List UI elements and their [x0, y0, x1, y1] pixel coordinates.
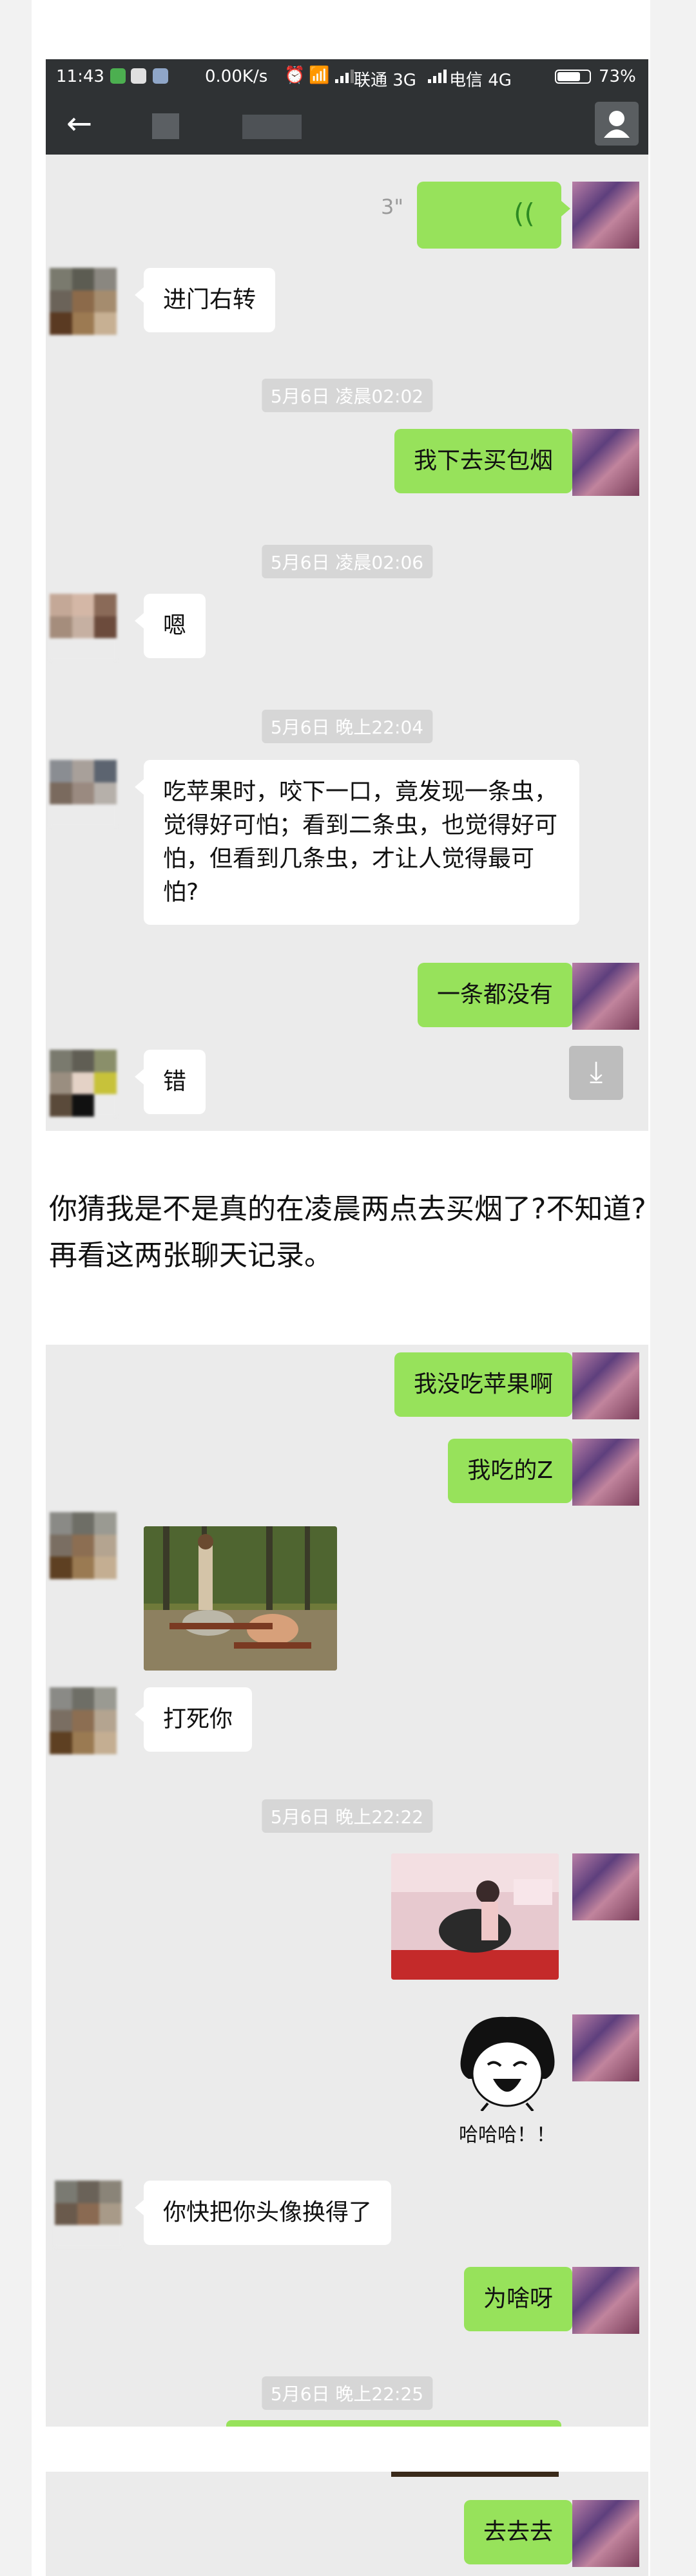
message-text: 为啥呀	[483, 2286, 553, 2312]
partial-image	[391, 2472, 559, 2477]
status-bar: 11:43 0.00K/s ⏰ 📶 联通 3G 电信 4G 73%	[46, 59, 648, 95]
chat-screenshot-2: 我没吃苹果啊 我吃的Z 打死你 5月6日 晚上22:22 哈哈哈！！ 你快把你头…	[46, 1345, 648, 2427]
contact-avatar[interactable]	[50, 1050, 117, 1117]
back-arrow-icon[interactable]: ←	[66, 106, 92, 142]
contact-avatar[interactable]	[50, 1512, 117, 1579]
message-text: 我吃的Z	[467, 1457, 553, 1484]
my-avatar[interactable]	[572, 2014, 639, 2081]
alarm-icon: ⏰	[284, 66, 305, 85]
message-text: 我下去买包烟	[413, 448, 553, 474]
contact-avatar[interactable]	[50, 1687, 117, 1754]
my-avatar[interactable]	[572, 2267, 639, 2334]
user-icon	[604, 111, 630, 138]
signal-icon	[334, 68, 354, 83]
sticker-message[interactable]: 哈哈哈！！	[449, 2014, 565, 2150]
contact-avatar[interactable]	[50, 760, 117, 827]
wifi-icon: 📶	[309, 66, 330, 85]
contact-avatar[interactable]	[55, 2181, 122, 2248]
message-bubble: 我下去买包烟	[394, 429, 582, 493]
sticker-caption: 哈哈哈！！	[459, 2124, 556, 2146]
battery-percent: 73%	[599, 67, 636, 86]
message-bubble: 我没吃苹果啊	[394, 1352, 582, 1417]
timestamp: 5月6日 晚上22:25	[261, 2376, 433, 2410]
my-avatar[interactable]	[572, 429, 639, 496]
status-time: 11:43	[56, 67, 104, 86]
chat-screenshot-1: 11:43 0.00K/s ⏰ 📶 联通 3G 电信 4G 73% ← 3" (…	[46, 59, 648, 1131]
message-bubble: 一条都没有	[417, 963, 582, 1027]
message-text: 我没吃苹果啊	[413, 1371, 553, 1397]
message-text: 一条都没有	[436, 981, 553, 1008]
chat-title-bar: ←	[46, 95, 648, 155]
timestamp: 5月6日 晚上22:04	[261, 710, 433, 743]
chat-screenshot-3: 去去去	[46, 2472, 648, 2576]
my-avatar[interactable]	[572, 963, 639, 1030]
image-message[interactable]	[144, 1526, 337, 1671]
blurred-contact-name	[242, 115, 302, 139]
carrier-2: 电信 4G	[449, 71, 512, 90]
wechat-notify-icon	[110, 68, 126, 84]
contact-avatar[interactable]	[50, 268, 117, 335]
my-avatar[interactable]	[572, 1853, 639, 1920]
message-text: 错	[163, 1068, 187, 1095]
article-paragraph: 你猜我是不是真的在凌晨两点去买烟了?不知道?再看这两张聊天记录。	[49, 1193, 646, 1272]
message-bubble: 嗯	[134, 594, 206, 658]
message-bubble: 吃苹果时，咬下一口，竟发现一条虫，觉得好可怕；看到二条虫，也觉得好可怕，但看到几…	[135, 760, 579, 925]
timestamp: 5月6日 凌晨02:06	[261, 545, 433, 578]
my-avatar[interactable]	[572, 182, 639, 249]
message-text: 你快把你头像换得了	[163, 2199, 372, 2226]
message-bubble: 进门右转	[134, 268, 276, 332]
map-notify-icon	[131, 68, 146, 84]
contact-info-button[interactable]	[595, 102, 639, 146]
net-speed: 0.00K/s	[205, 67, 268, 86]
blurred-contact-name	[152, 113, 179, 139]
message-text: 吃苹果时，咬下一口，竟发现一条虫，觉得好可怕；看到二条虫，也觉得好可怕，但看到几…	[163, 779, 558, 905]
my-avatar[interactable]	[572, 1439, 639, 1506]
carrier-1: 联通 3G	[354, 71, 416, 90]
message-text: 嗯	[163, 612, 187, 639]
partial-bubble	[226, 2420, 561, 2427]
image-message[interactable]	[391, 1853, 559, 1980]
message-bubble: 为啥呀	[463, 2267, 582, 2331]
contact-avatar[interactable]	[50, 594, 117, 661]
message-bubble: 错	[134, 1050, 206, 1114]
message-bubble: 我吃的Z	[448, 1439, 581, 1503]
voice-wave-icon: ((	[514, 198, 535, 229]
timestamp: 5月6日 凌晨02:02	[261, 379, 433, 412]
my-avatar[interactable]	[572, 1352, 639, 1419]
message-bubble: 打死你	[134, 1687, 253, 1752]
my-avatar[interactable]	[572, 2500, 639, 2567]
voice-message-bubble[interactable]: ((	[417, 182, 570, 249]
download-icon[interactable]: ⤓	[569, 1046, 623, 1100]
message-bubble: 去去去	[463, 2500, 582, 2564]
message-text: 进门右转	[163, 287, 256, 313]
voice-duration: 3"	[381, 194, 404, 219]
message-bubble: 你快把你头像换得了	[134, 2181, 392, 2245]
app-notify-icon	[153, 68, 168, 84]
battery-icon	[555, 70, 591, 84]
message-text: 去去去	[483, 2519, 553, 2545]
timestamp: 5月6日 晚上22:22	[261, 1799, 433, 1833]
signal-icon	[427, 68, 447, 83]
message-text: 打死你	[163, 1706, 233, 1732]
